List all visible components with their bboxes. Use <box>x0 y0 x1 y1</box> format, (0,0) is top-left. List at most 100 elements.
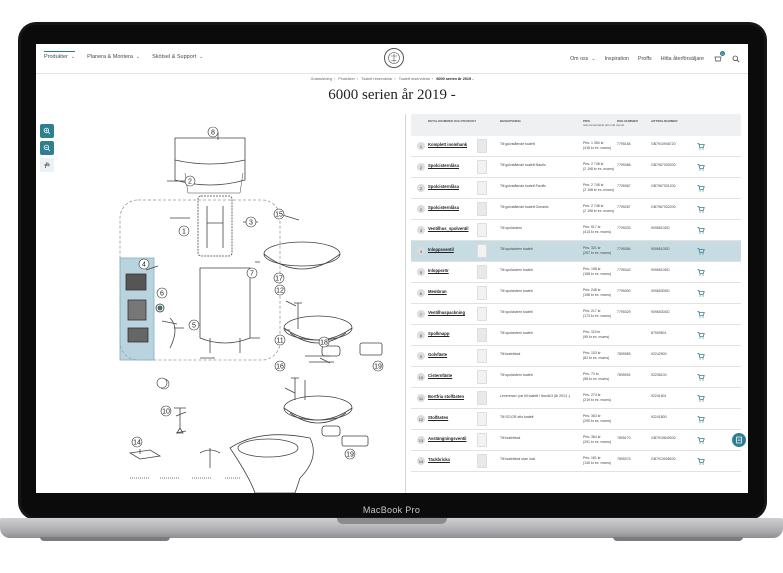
add-to-cart-icon[interactable] <box>696 288 705 297</box>
article-number: 92241800 <box>651 415 667 419</box>
product-description: Till toalettstol utan lock <box>500 457 536 461</box>
part-number: 1 <box>417 142 425 150</box>
search-icon[interactable] <box>731 54 740 63</box>
product-link[interactable]: Inloppsventil <box>428 247 454 252</box>
callout-10: 10 <box>162 409 170 416</box>
nav-inspiration[interactable]: Inspiration <box>605 56 629 62</box>
brand-seal-icon[interactable] <box>384 48 404 68</box>
nav-proffs[interactable]: Proffs <box>638 56 652 62</box>
table-row[interactable]: 3 Ventilhus_spolventil Till spolcistern Pri… <box>411 220 741 241</box>
cart-icon[interactable]: 0 <box>713 51 725 63</box>
table-row[interactable]: 9 Golvfäste Till toalettstol Pris: 103 kr (8… <box>411 346 741 367</box>
product-link[interactable]: Spolcisternlåsa <box>428 184 459 189</box>
table-row[interactable]: 11 Bortfria stolfästen Levereras i par til… <box>411 388 741 409</box>
nav-om-oss[interactable]: Om oss ⌄ <box>570 56 595 62</box>
add-to-cart-icon[interactable] <box>696 162 705 171</box>
article-number: 92241601 <box>651 394 667 398</box>
table-row[interactable]: 2 Spolcisternlåsa Till golvstående toalett… <box>411 199 741 220</box>
product-thumbnail <box>477 412 487 426</box>
product-description: Till golvstående toalett Oceanic <box>500 205 549 209</box>
table-row[interactable]: 2 Spolcisternlåsa Till golvstående toalett… <box>411 178 741 199</box>
product-thumbnail <box>477 139 487 153</box>
product-thumbnail <box>477 244 487 258</box>
product-price: Pris: 248 kr (198 kr ex. moms) <box>583 288 612 297</box>
rsk-number: 7795329 <box>617 310 631 314</box>
breadcrumb: Gustavsberg › Produkter › Toalett reservde… <box>310 77 474 81</box>
table-row[interactable]: 4 Inloppsventil Till spolcistern toalett Pr… <box>411 241 741 262</box>
product-link[interactable]: Ventilhus_spolventil <box>428 226 469 231</box>
add-to-cart-icon[interactable] <box>696 309 705 318</box>
rsk-number: 7795184 <box>617 142 631 146</box>
callout-19b: 19 <box>346 452 354 459</box>
hand-icon[interactable] <box>40 158 54 172</box>
add-to-cart-icon[interactable] <box>696 267 705 276</box>
table-row[interactable]: 13 Avstängningsventil Till toalettstol Pris… <box>411 430 741 451</box>
add-to-cart-icon[interactable] <box>696 372 705 381</box>
table-row[interactable]: 8 Spolknapp Till spolcistern toalett Pris: … <box>411 325 741 346</box>
product-link[interactable]: Spolknapp <box>428 331 449 336</box>
table-row[interactable]: 1 Komplett inomhank Till gulvstående toale… <box>411 136 741 157</box>
table-row[interactable]: 2 Spolcisternlåsa Till golvstående toalett… <box>411 157 741 178</box>
laptop-foot <box>613 537 743 541</box>
rsk-number: 7795333 <box>617 226 631 230</box>
add-to-cart-icon[interactable] <box>696 246 705 255</box>
nav-hitta-aterforsaljare[interactable]: Hitta återförsäljare <box>661 56 704 62</box>
product-link[interactable]: Golvfäste <box>428 352 447 357</box>
table-row[interactable]: 10 Cisternfäste Till spolcistern toalett Pr… <box>411 367 741 388</box>
product-thumbnail <box>477 286 487 300</box>
breadcrumb-item[interactable]: Toalett reservdelar <box>361 77 392 81</box>
product-description: Till golvstående toalett Pacific <box>500 184 546 188</box>
add-to-cart-icon[interactable] <box>696 456 705 465</box>
product-link[interactable]: Komplett inomhank <box>428 142 467 147</box>
product-price: Pris: 217 kr (173 kr ex. moms) <box>583 309 612 318</box>
callout-1: 1 <box>182 229 186 236</box>
article-number: 9096510DD <box>651 247 670 251</box>
article-number: GB7967031200 <box>651 184 676 188</box>
nav-produkter[interactable]: Produkter ⌄ <box>44 50 76 61</box>
table-row[interactable]: 5 Inloppsrör Till spolcistern toalett Pris:… <box>411 262 741 283</box>
product-link[interactable]: Stolfästen <box>428 415 448 420</box>
zoom-out-icon[interactable] <box>40 141 54 155</box>
product-link[interactable]: Ventilhuspackning <box>428 310 465 315</box>
laptop-notch <box>337 518 447 524</box>
add-to-cart-icon[interactable] <box>696 183 705 192</box>
product-link[interactable]: Spolcisternlåsa <box>428 163 459 168</box>
add-to-cart-icon[interactable] <box>696 141 705 150</box>
table-row[interactable]: 7 Ventilhuspackning Till spolcistern toale… <box>411 304 741 325</box>
breadcrumb-item[interactable]: Toalett reservdelar <box>399 77 430 81</box>
zoom-in-icon[interactable] <box>40 124 54 138</box>
add-to-cart-icon[interactable] <box>696 414 705 423</box>
add-to-cart-icon[interactable] <box>696 351 705 360</box>
nav-planera-montera[interactable]: Planera & Montera ⌄ <box>87 54 140 60</box>
add-to-cart-icon[interactable] <box>696 330 705 339</box>
product-link[interactable]: Cisternfäste <box>428 373 452 378</box>
nav-skotsel-support[interactable]: Skötsel & Support ⌄ <box>152 54 203 60</box>
add-to-cart-icon[interactable] <box>696 393 705 402</box>
breadcrumb-item[interactable]: Produkter <box>338 77 354 81</box>
product-link[interactable]: Inloppsrör <box>428 268 449 273</box>
article-number: GB7913008200 <box>651 457 676 461</box>
part-number: 2 <box>417 163 425 171</box>
product-link[interactable]: Avstängningsventil <box>428 436 466 441</box>
table-row[interactable]: 6 Membran Till spolcistern toalett Pris: 24… <box>411 283 741 304</box>
add-to-cart-icon[interactable] <box>696 204 705 213</box>
rsk-number: 7895170 <box>617 436 631 440</box>
product-description: Till toalettstol <box>500 436 521 440</box>
breadcrumb-item[interactable]: Gustavsberg <box>311 77 333 81</box>
rsk-number: 7795267 <box>617 205 631 209</box>
table-row[interactable]: 14 Täckbricka Till toalettstol utan lock Pr… <box>411 451 741 472</box>
callout-2: 2 <box>188 179 192 186</box>
table-row[interactable]: 12 Stolfästen Till SC/GR-ello toalett Pris:… <box>411 409 741 430</box>
add-to-cart-icon[interactable] <box>696 435 705 444</box>
callout-labels: 8 2 1 3 4 5 6 7 9 10 11 12 13 14 15 <box>131 126 384 460</box>
product-link[interactable]: Täckbricka <box>428 457 450 462</box>
part-number: 2 <box>417 205 425 213</box>
product-link[interactable]: Bortfria stolfästen <box>428 394 464 399</box>
page-title: 6000 serien år 2019 - <box>328 87 456 103</box>
document-icon[interactable] <box>732 433 746 447</box>
product-thumbnail <box>477 433 487 447</box>
add-to-cart-icon[interactable] <box>696 225 705 234</box>
product-link[interactable]: Membran <box>428 289 447 294</box>
callout-14: 14 <box>133 440 141 447</box>
product-link[interactable]: Spolcisternlåsa <box>428 205 459 210</box>
